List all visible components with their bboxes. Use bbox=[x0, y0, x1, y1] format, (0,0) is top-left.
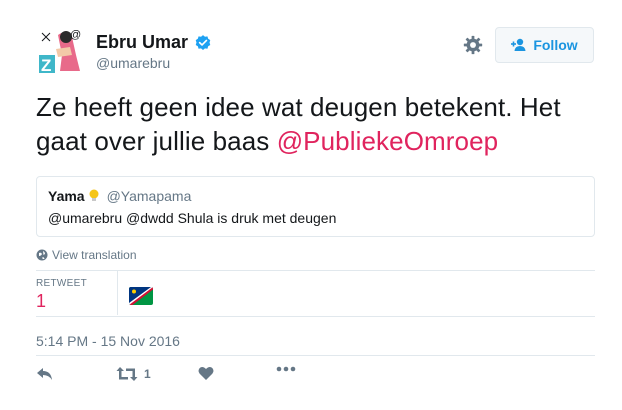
retweet-button[interactable]: 1 bbox=[116, 366, 151, 382]
verified-badge-icon bbox=[195, 34, 211, 50]
stats-divider-top bbox=[36, 270, 595, 271]
stats-separator bbox=[117, 271, 118, 315]
add-user-icon bbox=[511, 38, 526, 51]
follow-button-label: Follow bbox=[533, 37, 578, 53]
tweet-card: Z @ Ebru Umar @umarebru Follow Ze heeft … bbox=[0, 0, 622, 410]
tweet-text: Ze heeft geen idee wat deugen betekent. … bbox=[36, 90, 596, 158]
reply-icon bbox=[37, 368, 52, 380]
view-translation-link[interactable]: View translation bbox=[36, 248, 137, 262]
retweet-action-count: 1 bbox=[144, 367, 151, 381]
like-button[interactable] bbox=[198, 366, 214, 381]
follow-button[interactable]: Follow bbox=[495, 27, 594, 63]
retweet-stat-value: 1 bbox=[36, 291, 47, 311]
quoted-tweet[interactable]: Yama @Yamapama @umarebru @dwdd Shula is … bbox=[36, 176, 595, 237]
quoted-tweet-header: Yama @Yamapama bbox=[48, 188, 191, 204]
more-dots-icon bbox=[276, 366, 296, 372]
svg-text:Z: Z bbox=[41, 56, 51, 75]
mention-link[interactable]: @PubliekeOmroep bbox=[277, 126, 499, 156]
flag-avatar-icon bbox=[129, 287, 153, 305]
author-name-row[interactable]: Ebru Umar bbox=[96, 32, 212, 53]
author-display-name[interactable]: Ebru Umar bbox=[96, 32, 188, 53]
avatar-illustration-icon: Z @ bbox=[36, 25, 86, 75]
more-button[interactable] bbox=[276, 366, 296, 372]
quoted-author-handle: @Yamapama bbox=[106, 188, 192, 204]
retweet-stat-label: RETWEET bbox=[36, 278, 87, 289]
svg-text:@: @ bbox=[70, 29, 81, 41]
globe-icon bbox=[36, 249, 48, 261]
heart-icon bbox=[198, 367, 214, 380]
author-screen-name[interactable]: @umarebru bbox=[96, 55, 170, 71]
quoted-tweet-text: @umarebru @dwdd Shula is druk met deugen bbox=[48, 210, 337, 226]
tweet-timestamp[interactable]: 5:14 PM - 15 Nov 2016 bbox=[36, 333, 180, 349]
avatar[interactable]: Z @ bbox=[36, 25, 86, 75]
quoted-author-name: Yama bbox=[48, 188, 85, 204]
reply-button[interactable] bbox=[36, 366, 54, 382]
stats-divider-bottom bbox=[36, 316, 595, 317]
retweet-stat[interactable]: RETWEET 1 bbox=[36, 278, 87, 312]
actions-divider bbox=[36, 355, 595, 356]
lightbulb-icon bbox=[89, 189, 99, 201]
retweeter-avatar[interactable] bbox=[129, 287, 153, 305]
gear-icon[interactable] bbox=[462, 34, 484, 56]
view-translation-label: View translation bbox=[52, 248, 137, 262]
retweet-icon bbox=[116, 367, 138, 381]
